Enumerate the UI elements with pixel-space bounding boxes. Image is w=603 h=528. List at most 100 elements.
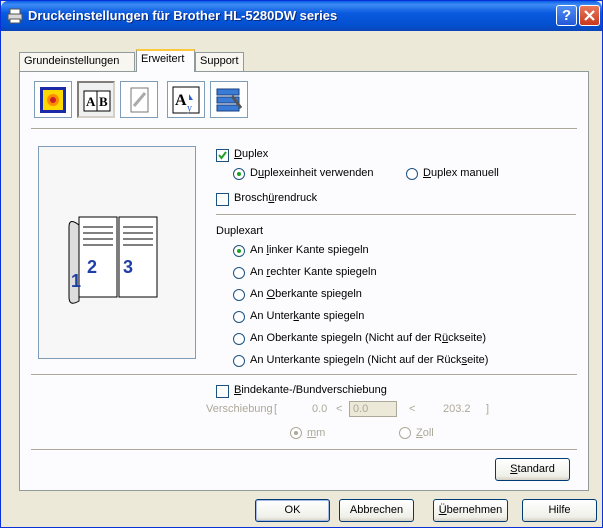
- label-text: An Unterkante spiegeln (Nicht auf der Rü…: [250, 354, 462, 366]
- duplex-option-label[interactable]: An Oberkante spiegeln: [250, 288, 362, 300]
- unit-mm-label[interactable]: mm: [307, 427, 325, 439]
- accelerator: m: [307, 427, 317, 439]
- page-settings-button[interactable]: A y: [167, 81, 205, 118]
- page-number-2: 2: [87, 257, 97, 277]
- watermark-icon: [130, 87, 149, 113]
- duplex-option-radio[interactable]: [233, 245, 245, 257]
- tab-label: Grundeinstellungen: [24, 55, 120, 67]
- ok-button[interactable]: OK: [255, 499, 330, 522]
- label-text: echter Kante spiegeln: [270, 266, 377, 278]
- question-icon: ?: [562, 7, 572, 24]
- duplex-option-label[interactable]: An rechter Kante spiegeln: [250, 266, 377, 278]
- printer-icon: [7, 8, 23, 24]
- page-setting-icon: A y: [172, 86, 200, 114]
- duplex-book-icon: 1 2 3: [68, 216, 158, 304]
- duplex-type-heading: Duplexart: [216, 225, 264, 237]
- label-text: eite): [467, 354, 489, 366]
- accelerator: D: [234, 148, 242, 160]
- duplex-label[interactable]: Duplex: [234, 148, 268, 160]
- apply-button[interactable]: Übernehmen: [433, 499, 508, 522]
- label-text: rendruck: [274, 192, 318, 204]
- brochure-checkbox[interactable]: [216, 193, 229, 206]
- duplex-button[interactable]: A B: [77, 81, 115, 118]
- duplex-option-radio[interactable]: [233, 267, 245, 279]
- unit-mm-radio[interactable]: [290, 427, 302, 439]
- label-text: Brosch: [234, 192, 269, 204]
- binding-offset-label[interactable]: Bindekante-/Bundverschiebung: [234, 384, 387, 396]
- separator: [31, 374, 577, 376]
- duplex-option-radio[interactable]: [233, 355, 245, 367]
- range-lt-1: <: [336, 403, 343, 415]
- label-text: uplex manuell: [430, 167, 499, 179]
- svg-text:A: A: [175, 92, 187, 109]
- tab-grundeinstellungen[interactable]: Grundeinstellungen: [19, 52, 135, 71]
- label-text: m: [316, 427, 326, 439]
- duplex-unit-label[interactable]: Duplexeinheit verwenden: [250, 167, 374, 179]
- svg-text:A: A: [86, 94, 96, 109]
- duplex-option-label[interactable]: An Unterkante spiegeln (Nicht auf der Rü…: [250, 354, 488, 366]
- standard-button[interactable]: Standard: [495, 458, 570, 481]
- accelerator: D: [423, 167, 431, 179]
- duplex-option-label[interactable]: An Oberkante spiegeln (Nicht auf der Rüc…: [250, 332, 486, 344]
- duplex-unit-radio[interactable]: [233, 168, 245, 180]
- duplex-option-label[interactable]: An Unterkante spiegeln: [250, 310, 364, 322]
- tab-support[interactable]: Support: [195, 52, 244, 71]
- svg-text:y: y: [187, 103, 192, 114]
- title-bar[interactable]: Druckeinstellungen für Brother HL-5280DW…: [1, 1, 602, 31]
- duplex-option-label[interactable]: An linker Kante spiegeln: [250, 244, 369, 256]
- offset-min-value: 0.0: [312, 403, 328, 415]
- label-text: D: [250, 167, 258, 179]
- unit-zoll-radio[interactable]: [399, 427, 411, 439]
- label-text: An Unter: [250, 310, 294, 322]
- brochure-label[interactable]: Broschürendruck: [234, 192, 317, 204]
- checkmark-icon: [218, 151, 227, 160]
- separator: [216, 214, 576, 216]
- duplex-checkbox[interactable]: [216, 149, 229, 162]
- button-label: tandard: [517, 463, 555, 475]
- range-bracket-close: ]: [486, 403, 490, 415]
- duplex-option-radio[interactable]: [233, 289, 245, 301]
- offset-input[interactable]: 0.0: [349, 401, 397, 417]
- watermark-button[interactable]: [120, 81, 158, 118]
- duplex-preview: 1 2 3: [38, 146, 196, 359]
- separator: [31, 128, 577, 130]
- label-text: berkante spiegeln: [275, 288, 362, 300]
- binding-offset-checkbox[interactable]: [216, 385, 229, 398]
- unit-zoll-label[interactable]: Zoll: [416, 427, 434, 439]
- label-text: oll: [422, 427, 434, 439]
- color-settings-button[interactable]: [34, 81, 72, 118]
- close-button[interactable]: [579, 5, 600, 26]
- accelerator: Z: [416, 427, 423, 439]
- label-text: plexeinheit verwenden: [264, 167, 374, 179]
- accelerator: S: [510, 463, 518, 475]
- label-text: inker Kante spiegeln: [268, 244, 369, 256]
- label-text: An: [250, 266, 267, 278]
- help-title-button[interactable]: ?: [556, 5, 577, 26]
- cancel-button[interactable]: Abbrechen: [339, 499, 414, 522]
- offset-max-value: 203.2: [443, 403, 471, 415]
- range-bracket-open: [: [274, 403, 278, 415]
- duplex-ab-icon: A B: [83, 90, 111, 112]
- separator: [31, 449, 577, 451]
- label-text: ckseite): [448, 332, 487, 344]
- device-options-icon: [216, 88, 243, 112]
- label-text: An: [250, 244, 267, 256]
- duplex-manual-label[interactable]: Duplex manuell: [423, 167, 499, 179]
- duplex-option-radio[interactable]: [233, 333, 245, 345]
- tab-erweitert[interactable]: Erweitert: [136, 49, 195, 72]
- tab-label: Support: [200, 55, 239, 67]
- help-button[interactable]: Hilfe: [522, 499, 597, 522]
- device-options-button[interactable]: [210, 81, 248, 118]
- accelerator: O: [266, 288, 276, 300]
- page-number-1: 1: [71, 271, 81, 291]
- svg-text:B: B: [99, 94, 108, 109]
- button-label: bernehmen: [446, 504, 503, 516]
- color-icon: [40, 87, 66, 113]
- label-text: ante spiegeln: [298, 310, 365, 322]
- offset-label: Verschiebung: [206, 403, 273, 415]
- accelerator: Ü: [438, 504, 447, 516]
- page-number-3: 3: [123, 257, 133, 277]
- duplex-manual-radio[interactable]: [406, 168, 418, 180]
- label-text: uplex: [241, 148, 269, 160]
- duplex-option-radio[interactable]: [233, 311, 245, 323]
